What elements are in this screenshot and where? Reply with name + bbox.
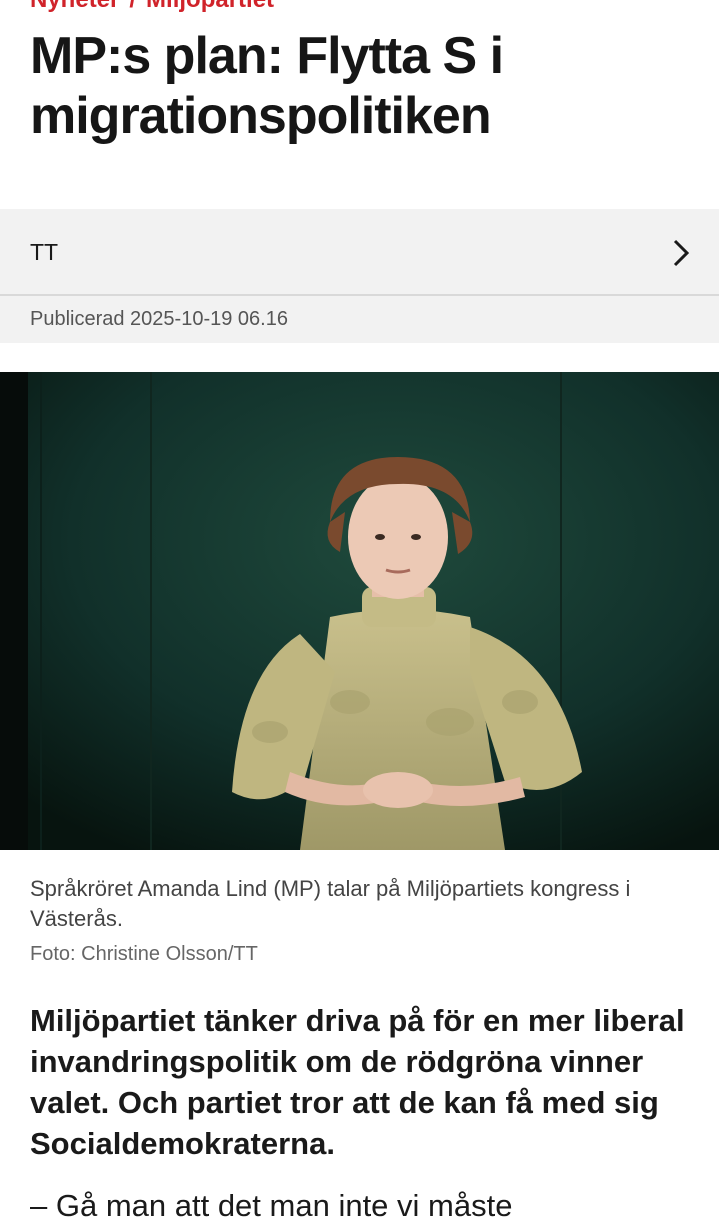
breadcrumb: Nyheter / Miljöpartiet	[30, 0, 274, 14]
photo-illustration	[0, 372, 719, 850]
article-lead: Miljöpartiet tänker driva på för en mer …	[30, 1003, 685, 1161]
article-photo[interactable]	[0, 372, 719, 850]
author-name[interactable]: TT	[30, 239, 58, 266]
breadcrumb-separator: /	[129, 0, 136, 13]
publish-info-bar: Publicerad 2025-10-19 06.16	[0, 296, 719, 343]
article-title: MP:s plan: Flytta S i migrationspolitike…	[30, 27, 504, 145]
chevron-right-icon[interactable]	[669, 239, 693, 267]
author-bar[interactable]: TT	[0, 209, 719, 296]
breadcrumb-section-link[interactable]: Nyheter	[30, 0, 119, 13]
article-body-start: – Gå man att det man inte vi måste	[30, 1188, 513, 1223]
image-caption: Språkröret Amanda Lind (MP) talar på Mil…	[30, 876, 631, 931]
publish-date: Publicerad 2025-10-19 06.16	[30, 308, 288, 330]
breadcrumb-topic-link[interactable]: Miljöpartiet	[146, 0, 274, 13]
image-credit: Foto: Christine Olsson/TT	[30, 943, 258, 965]
